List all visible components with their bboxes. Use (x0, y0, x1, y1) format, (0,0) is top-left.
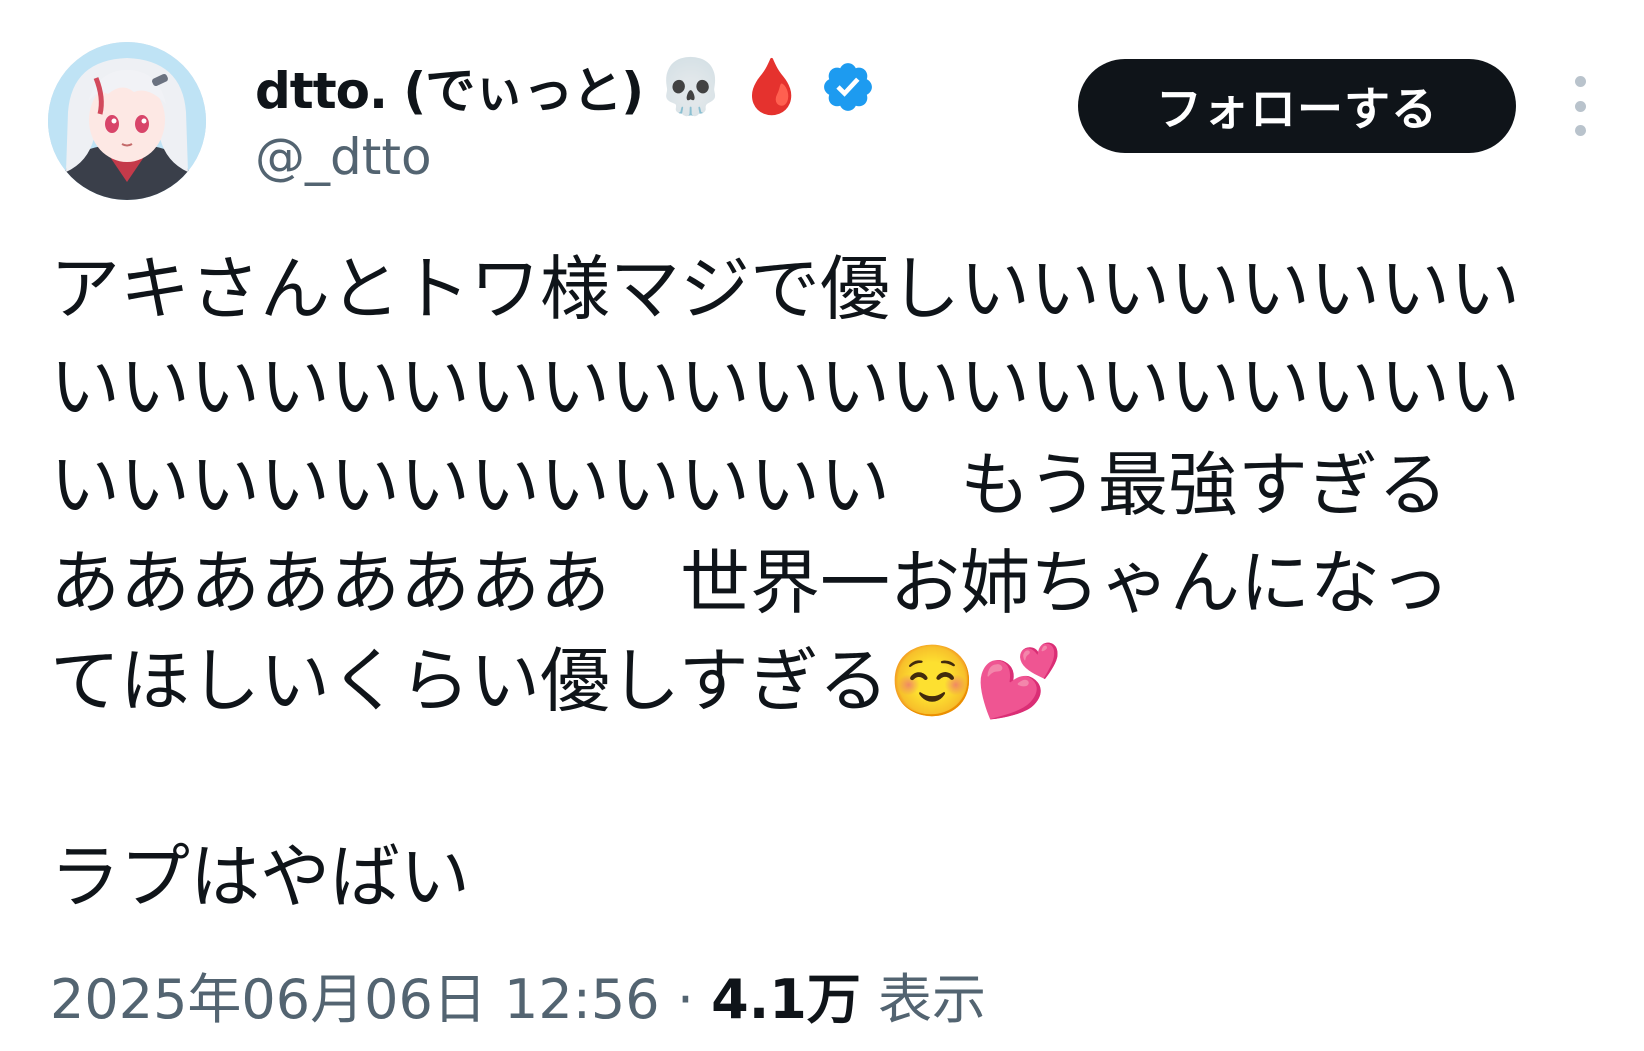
views-label: 表示 (878, 968, 986, 1031)
tweet-text-line: てほしいくらい優しすぎる☺️💕 (50, 640, 1063, 722)
skull-emoji: 💀 (657, 55, 725, 118)
more-dot (1574, 76, 1586, 87)
avatar-image (48, 42, 206, 200)
views-count[interactable]: 4.1万 (711, 968, 861, 1031)
tweet-timestamp[interactable]: 2025年06月06日 12:56 (50, 968, 660, 1031)
avatar[interactable] (48, 42, 206, 200)
meta-separator: · (676, 968, 694, 1031)
follow-button[interactable]: フォローする (1078, 59, 1516, 153)
tweet-text-line: ああああああああ 世界一お姉ちゃんになっ (50, 542, 1450, 624)
more-vertical-icon[interactable] (1560, 76, 1600, 136)
tweet-text: アキさんとトワ様マジで優しいいいいいいいい いいいいいいいいいいいいいいいいいい… (50, 240, 1590, 926)
tweet-text-line: ラプはやばい (50, 836, 470, 918)
tweet-text-line: アキさんとトワ様マジで優しいいいいいいいい (50, 248, 1520, 330)
author-handle[interactable]: @_dtto (255, 128, 432, 186)
author-display-name[interactable]: dtto. (でぃっと) (255, 51, 644, 123)
verified-badge-icon[interactable] (820, 59, 876, 115)
blood-drop-emoji: 🩸 (738, 55, 806, 118)
more-dot (1574, 100, 1586, 112)
tweet-meta: 2025年06月06日 12:56 · 4.1万 表示 (50, 955, 986, 1034)
tweet-card: dtto. (でぃっと) 💀 🩸 @_dtto フォローする アキさんとトワ様マ… (0, 0, 1644, 1051)
more-dot (1574, 125, 1586, 136)
tweet-text-line: いいいいいいいいいいいい もう最強すぎる (50, 444, 1448, 526)
author-name-row: dtto. (でぃっと) 💀 🩸 (255, 52, 876, 122)
tweet-text-line: いいいいいいいいいいいいいいいいいいいいい (50, 346, 1520, 428)
